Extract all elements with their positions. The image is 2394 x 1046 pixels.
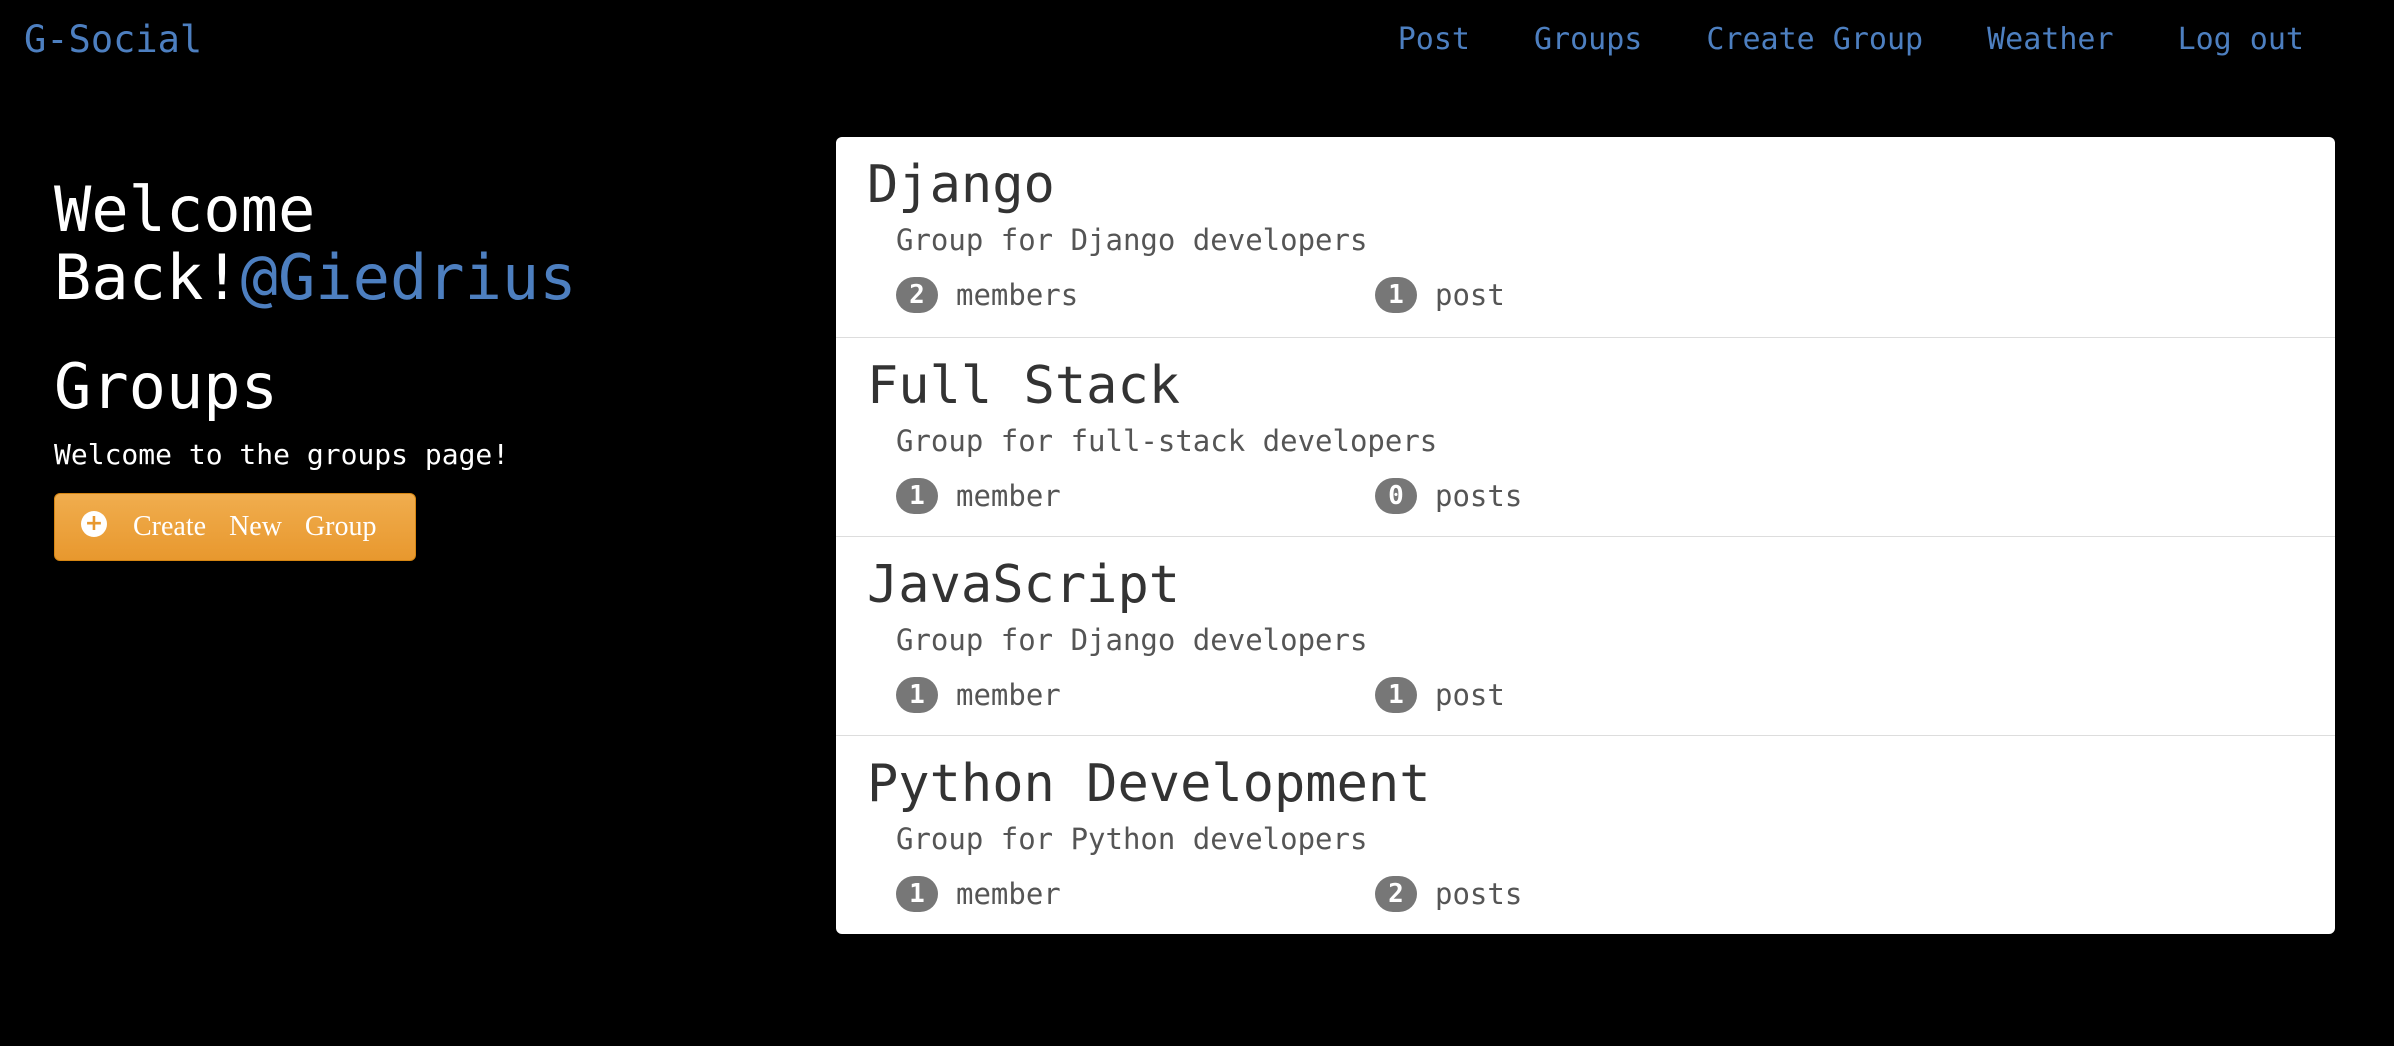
members-stat: 1 member xyxy=(896,677,1061,713)
nav-link-post[interactable]: Post xyxy=(1398,22,1470,57)
posts-count-badge: 0 xyxy=(1375,478,1417,514)
group-name: Python Development xyxy=(867,754,1431,814)
members-count-badge: 1 xyxy=(896,876,938,912)
members-count-badge: 2 xyxy=(896,277,938,313)
posts-stat: 1 post xyxy=(1375,677,1505,713)
nav-link-create-group[interactable]: Create Group xyxy=(1706,22,1923,57)
posts-stat: 1 post xyxy=(1375,277,1505,313)
members-count-badge: 1 xyxy=(896,478,938,514)
group-name: Django xyxy=(867,155,1055,215)
welcome-text: Welcome xyxy=(54,173,316,246)
posts-count-badge: 1 xyxy=(1375,277,1417,313)
create-new-group-label: Create New Group xyxy=(133,511,377,542)
posts-count-badge: 1 xyxy=(1375,677,1417,713)
create-new-group-button[interactable]: + Create New Group xyxy=(54,493,416,561)
group-item-python-development[interactable]: Python Development Group for Python deve… xyxy=(836,735,2335,934)
navbar: G-Social Post Groups Create Group Weathe… xyxy=(0,0,2394,84)
posts-count-badge: 2 xyxy=(1375,876,1417,912)
group-item-full-stack[interactable]: Full Stack Group for full-stack develope… xyxy=(836,337,2335,536)
posts-stat: 2 posts xyxy=(1375,876,1522,912)
members-stat: 2 members xyxy=(896,277,1078,313)
group-name: JavaScript xyxy=(867,555,1181,615)
group-description: Group for Python developers xyxy=(896,822,1368,856)
group-list: Django Group for Django developers 2 mem… xyxy=(836,137,2335,934)
members-label: members xyxy=(956,278,1079,312)
welcome-heading: Welcome Back!@Giedrius xyxy=(54,176,774,312)
username: @Giedrius xyxy=(240,241,577,314)
brand-link[interactable]: G-Social xyxy=(24,18,202,61)
group-name: Full Stack xyxy=(867,356,1181,416)
posts-label: post xyxy=(1435,678,1505,712)
group-description: Group for Django developers xyxy=(896,223,1368,257)
plus-circle-icon: + xyxy=(81,511,107,537)
members-label: member xyxy=(956,877,1061,911)
posts-label: posts xyxy=(1435,877,1523,911)
group-description: Group for Django developers xyxy=(896,623,1368,657)
page-subtitle: Welcome to the groups page! xyxy=(54,438,510,471)
members-count-badge: 1 xyxy=(896,677,938,713)
welcome-back-text: Back! xyxy=(54,241,241,314)
members-label: member xyxy=(956,479,1061,513)
posts-label: post xyxy=(1435,278,1505,312)
nav-link-weather[interactable]: Weather xyxy=(1987,22,2113,57)
posts-stat: 0 posts xyxy=(1375,478,1522,514)
group-item-django[interactable]: Django Group for Django developers 2 mem… xyxy=(836,137,2335,337)
nav-link-log-out[interactable]: Log out xyxy=(2178,22,2304,57)
nav-links: Post Groups Create Group Weather Log out xyxy=(1398,22,2304,57)
members-stat: 1 member xyxy=(896,478,1061,514)
sidebar: Welcome Back!@Giedrius Groups Welcome to… xyxy=(54,176,774,561)
nav-link-groups[interactable]: Groups xyxy=(1534,22,1642,57)
members-stat: 1 member xyxy=(896,876,1061,912)
page-title: Groups xyxy=(54,350,278,423)
group-description: Group for full-stack developers xyxy=(896,424,1438,458)
posts-label: posts xyxy=(1435,479,1523,513)
members-label: member xyxy=(956,678,1061,712)
group-item-javascript[interactable]: JavaScript Group for Django developers 1… xyxy=(836,536,2335,735)
